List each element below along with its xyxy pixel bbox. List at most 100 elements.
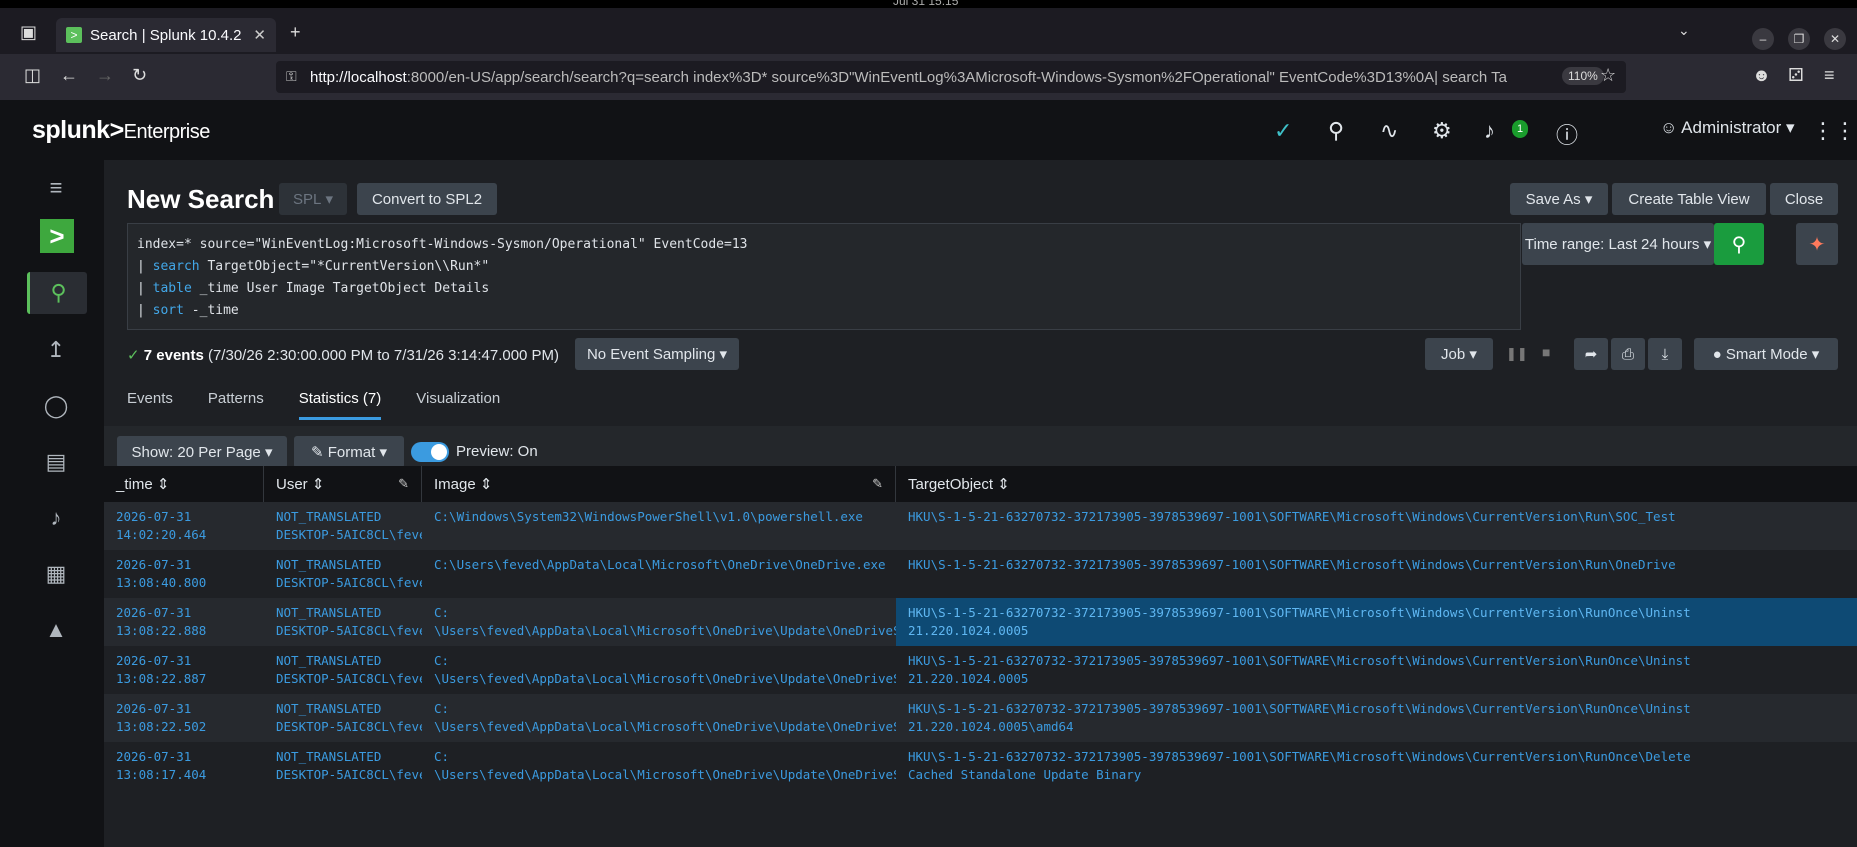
table-row[interactable]: 2026-07-31 13:08:22.888 NOT_TRANSLATED DE…	[104, 598, 1857, 646]
export-button[interactable]: ⤓	[1648, 338, 1682, 370]
close-tab-icon[interactable]: ✕	[253, 26, 266, 44]
cell-time[interactable]: 2026-07-31 13:08:40.800	[104, 550, 264, 598]
search-mode-dropdown[interactable]: ● Smart Mode ▾	[1694, 338, 1838, 370]
table-row[interactable]: 2026-07-31 13:08:22.502 NOT_TRANSLATED DE…	[104, 694, 1857, 742]
cell-image[interactable]: C: \Users\feved\AppData\Local\Microsoft\…	[422, 742, 896, 790]
cell-image[interactable]: C:\Windows\System32\WindowsPowerShell\v1…	[422, 502, 896, 550]
event-sampling-dropdown[interactable]: No Event Sampling ▾	[575, 338, 739, 370]
share-button[interactable]: ➦	[1574, 338, 1608, 370]
preview-label: Preview: On	[456, 443, 538, 460]
cell-user[interactable]: NOT_TRANSLATED DESKTOP-5AIC8CL\feved	[264, 742, 422, 790]
minimize-icon[interactable]: –	[1752, 28, 1774, 50]
column-header-time[interactable]: _time ⇕	[104, 466, 264, 502]
cell-time[interactable]: 2026-07-31 13:08:22.888	[104, 598, 264, 646]
column-header-user[interactable]: User ⇕ ✎	[264, 466, 422, 502]
forward-arrow-icon[interactable]: →	[96, 65, 114, 86]
sidebar-toggle-icon[interactable]: ◫	[24, 65, 41, 86]
close-button[interactable]: Close	[1770, 183, 1838, 215]
create-table-view-button[interactable]: Create Table View	[1612, 183, 1766, 215]
job-dropdown[interactable]: Job ▾	[1425, 338, 1493, 370]
zoom-level-badge[interactable]: 110%	[1562, 67, 1604, 85]
apps-grid-icon[interactable]: ⋮⋮	[1812, 118, 1856, 144]
settings-gear-icon[interactable]: ⚙	[1432, 118, 1452, 144]
tab-list-chevron-icon[interactable]: ⌄	[1678, 22, 1690, 39]
sidebar-search-icon[interactable]: ⚲	[27, 272, 87, 314]
health-status-icon[interactable]: ✓	[1274, 118, 1292, 144]
time-range-picker[interactable]: Time range: Last 24 hours ▾	[1522, 223, 1714, 265]
cell-target[interactable]: HKU\S-1-5-21-63270732-372173905-39785396…	[896, 742, 1857, 790]
tab-visualization[interactable]: Visualization	[416, 390, 500, 420]
extensions-icon[interactable]: ⚂	[1788, 65, 1804, 86]
column-header-image[interactable]: Image ⇕ ✎	[422, 466, 896, 502]
search-query-editor[interactable]: index=* source="WinEventLog:Microsoft-Wi…	[127, 223, 1521, 330]
window-close-icon[interactable]: ✕	[1824, 28, 1846, 50]
cell-target[interactable]: HKU\S-1-5-21-63270732-372173905-39785396…	[896, 646, 1857, 694]
sidebar-datasets-icon[interactable]: ◯	[38, 388, 74, 424]
activity-icon[interactable]: ∿	[1380, 118, 1398, 144]
format-dropdown[interactable]: ✎ Format ▾	[294, 436, 404, 468]
sidebar-alerts-icon[interactable]: ♪	[38, 500, 74, 536]
browser-tab-search[interactable]: > Search | Splunk 10.4.2 ✕	[56, 18, 276, 52]
table-row[interactable]: 2026-07-31 13:08:22.887 NOT_TRANSLATED DE…	[104, 646, 1857, 694]
cell-image[interactable]: C: \Users\feved\AppData\Local\Microsoft\…	[422, 598, 896, 646]
cell-time[interactable]: 2026-07-31 13:08:22.887	[104, 646, 264, 694]
cell-image[interactable]: C:\Users\feved\AppData\Local\Microsoft\O…	[422, 550, 896, 598]
table-row[interactable]: 2026-07-31 13:08:17.404 NOT_TRANSLATED DE…	[104, 742, 1857, 790]
new-tab-icon[interactable]: +	[290, 22, 301, 43]
run-search-button[interactable]: ⚲	[1714, 223, 1764, 265]
cell-user[interactable]: NOT_TRANSLATED DESKTOP-5AIC8CL\feved	[264, 502, 422, 550]
splunk-logo[interactable]: splunk>Enterprise	[32, 116, 210, 145]
cell-time[interactable]: 2026-07-31 13:08:22.502	[104, 694, 264, 742]
sidebar-analytics-icon[interactable]: ↥	[38, 332, 74, 368]
cell-target[interactable]: HKU\S-1-5-21-63270732-372173905-39785396…	[896, 502, 1857, 550]
tab-title: Search | Splunk 10.4.2	[90, 26, 242, 44]
cell-target[interactable]: HKU\S-1-5-21-63270732-372173905-39785396…	[896, 694, 1857, 742]
cell-target[interactable]: HKU\S-1-5-21-63270732-372173905-39785396…	[896, 598, 1857, 646]
cell-user[interactable]: NOT_TRANSLATED DESKTOP-5AIC8CL\feved	[264, 598, 422, 646]
tab-overview-icon[interactable]: ▣	[20, 22, 37, 43]
cell-image[interactable]: C: \Users\feved\AppData\Local\Microsoft\…	[422, 694, 896, 742]
column-header-targetobject[interactable]: TargetObject ⇕	[896, 466, 1857, 502]
site-info-icon[interactable]: ⚿	[286, 68, 297, 85]
save-as-button[interactable]: Save As ▾	[1510, 183, 1608, 215]
restore-icon[interactable]: ❐	[1788, 28, 1810, 50]
cell-target[interactable]: HKU\S-1-5-21-63270732-372173905-39785396…	[896, 550, 1857, 598]
table-header: _time ⇕ User ⇕ ✎ Image ⇕ ✎ TargetObject ⇕	[104, 466, 1857, 502]
preview-toggle[interactable]	[411, 442, 449, 462]
ai-assistant-button[interactable]: ✦	[1796, 223, 1838, 265]
tab-statistics[interactable]: Statistics (7)	[298, 390, 382, 420]
table-row[interactable]: 2026-07-31 13:08:40.800 NOT_TRANSLATED DE…	[104, 550, 1857, 598]
notifications-bell-icon[interactable]: ♪	[1484, 118, 1495, 144]
pause-icon[interactable]: ❚❚	[1506, 346, 1528, 362]
cell-time[interactable]: 2026-07-31 14:02:20.464	[104, 502, 264, 550]
print-button[interactable]: ⎙	[1611, 338, 1645, 370]
cell-image[interactable]: C: \Users\feved\AppData\Local\Microsoft\…	[422, 646, 896, 694]
url-bar[interactable]: ⚿ http://localhost:8000/en-US/app/search…	[276, 61, 1626, 93]
cell-time[interactable]: 2026-07-31 13:08:17.404	[104, 742, 264, 790]
table-row[interactable]: 2026-07-31 14:02:20.464 NOT_TRANSLATED DE…	[104, 502, 1857, 550]
sidebar-apps-cube-icon[interactable]: ▲	[38, 612, 74, 648]
help-icon[interactable]: ⓘ	[1556, 118, 1578, 150]
menu-icon[interactable]: ≡	[1824, 65, 1835, 86]
search-app-logo-icon[interactable]: >	[40, 219, 74, 253]
user-menu[interactable]: ☺ Administrator ▾	[1660, 118, 1795, 138]
per-page-dropdown[interactable]: Show: 20 Per Page ▾	[117, 436, 287, 468]
hamburger-menu-icon[interactable]: ≡	[38, 170, 74, 206]
tab-patterns[interactable]: Patterns	[208, 390, 264, 420]
stop-icon[interactable]: ■	[1542, 344, 1550, 360]
column-edit-pencil-icon[interactable]: ✎	[398, 476, 409, 492]
reload-icon[interactable]: ↻	[132, 65, 147, 86]
account-icon[interactable]: ☻	[1752, 65, 1771, 86]
tab-events[interactable]: Events	[127, 390, 173, 420]
cell-user[interactable]: NOT_TRANSLATED DESKTOP-5AIC8CL\feved	[264, 550, 422, 598]
bookmark-star-icon[interactable]: ☆	[1600, 65, 1616, 86]
back-arrow-icon[interactable]: ←	[60, 65, 78, 86]
spl-dropdown[interactable]: SPL ▾	[279, 183, 347, 215]
convert-to-spl2-button[interactable]: Convert to SPL2	[357, 183, 497, 215]
cell-user[interactable]: NOT_TRANSLATED DESKTOP-5AIC8CL\feved	[264, 694, 422, 742]
search-icon[interactable]: ⚲	[1328, 118, 1344, 144]
sidebar-reports-icon[interactable]: ▤	[38, 444, 74, 480]
cell-user[interactable]: NOT_TRANSLATED DESKTOP-5AIC8CL\feved	[264, 646, 422, 694]
sidebar-dashboards-icon[interactable]: ▦	[38, 556, 74, 592]
column-edit-pencil-icon[interactable]: ✎	[872, 476, 883, 492]
